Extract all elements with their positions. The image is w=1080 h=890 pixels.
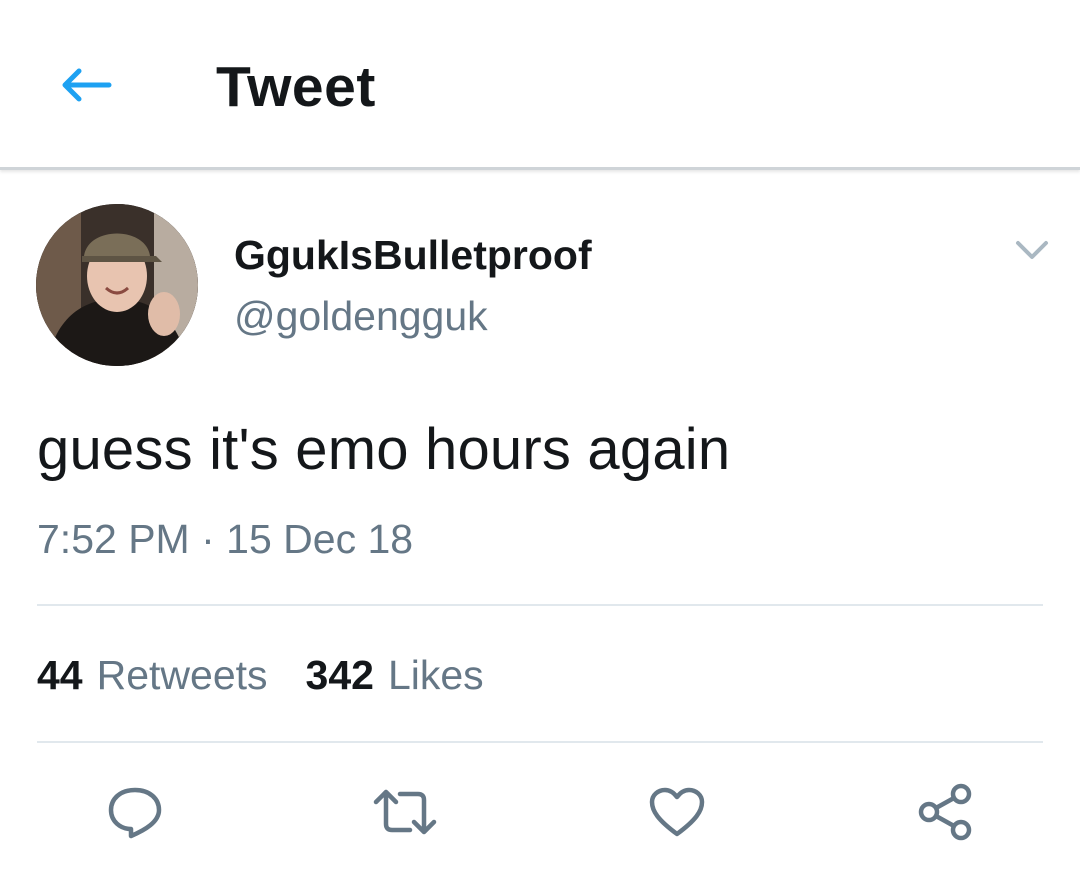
- divider: [37, 604, 1043, 606]
- engagement-stats: 44 Retweets 342 Likes: [37, 652, 484, 699]
- divider: [37, 741, 1043, 743]
- retweet-icon: [373, 789, 437, 835]
- avatar-photo: [36, 204, 198, 366]
- chevron-down-icon: [1016, 241, 1048, 259]
- retweets-stat[interactable]: 44 Retweets: [37, 652, 268, 699]
- arrow-left-icon: [62, 68, 112, 102]
- tweet-date: 15 Dec 18: [226, 516, 414, 562]
- reply-button[interactable]: [100, 780, 170, 844]
- like-button[interactable]: [642, 780, 712, 844]
- tweet-text: guess it's emo hours again: [37, 417, 731, 482]
- author-display-name[interactable]: GgukIsBulletproof: [234, 232, 592, 279]
- author-handle[interactable]: @goldengguk: [234, 293, 488, 340]
- top-app-bar: Tweet: [0, 0, 1080, 170]
- likes-stat[interactable]: 342 Likes: [306, 652, 484, 699]
- retweets-count: 44: [37, 652, 83, 698]
- share-icon: [918, 783, 972, 841]
- reply-icon: [108, 787, 162, 839]
- retweets-label: Retweets: [96, 652, 268, 698]
- share-button[interactable]: [910, 780, 980, 844]
- retweet-button[interactable]: [370, 780, 440, 844]
- likes-label: Likes: [387, 652, 484, 698]
- tweet-options-button[interactable]: [1010, 228, 1054, 272]
- page-title: Tweet: [216, 55, 376, 119]
- likes-count: 342: [305, 652, 374, 698]
- timestamp-separator: ·: [201, 516, 215, 562]
- tweet-time: 7:52 PM: [37, 516, 190, 562]
- back-button[interactable]: [50, 55, 120, 115]
- heart-icon: [649, 787, 705, 837]
- avatar[interactable]: [36, 204, 198, 366]
- tweet-timestamp: 7:52 PM · 15 Dec 18: [37, 516, 413, 563]
